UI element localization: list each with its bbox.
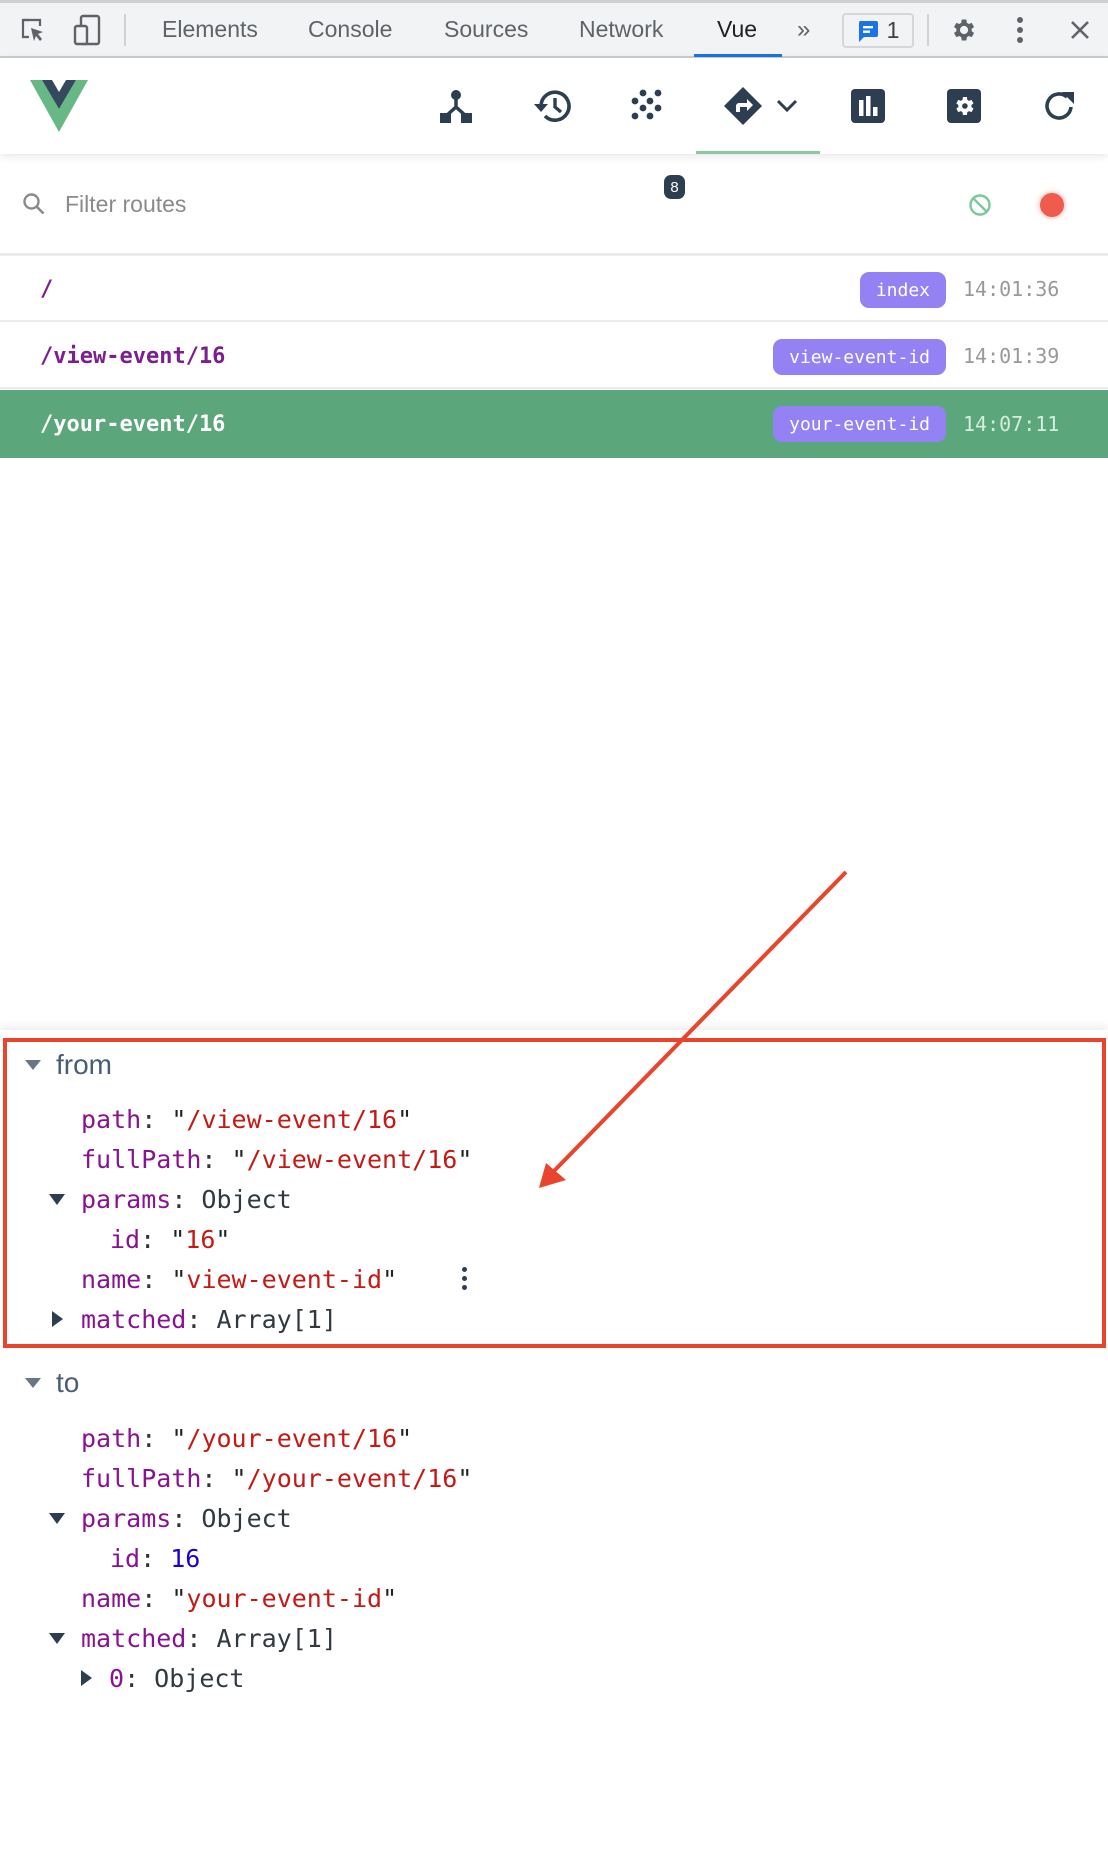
filter-routes-input[interactable] <box>65 184 845 224</box>
collapse-triangle-icon <box>25 1378 41 1388</box>
to-matched-item-prop[interactable]: 0: Object <box>109 1658 244 1698</box>
route-name-badge: view-event-id <box>773 339 946 375</box>
collapse-triangle-icon <box>25 1060 41 1070</box>
from-path-prop: path: "/view-event/16 " <box>81 1104 413 1134</box>
from-name-prop: name: " view-event-id " <box>81 1264 398 1294</box>
tab-elements[interactable]: Elements <box>162 3 258 56</box>
toolbar-separator <box>124 14 126 46</box>
search-icon <box>22 192 46 221</box>
kebab-menu-icon[interactable] <box>1008 3 1032 56</box>
active-tab-indicator <box>694 54 782 57</box>
to-params-prop[interactable]: params: Object <box>81 1498 292 1538</box>
route-timestamp: 14:01:39 <box>963 344 1060 368</box>
to-path-value: /your-event/16 <box>186 1423 398 1453</box>
expand-triangle-icon[interactable] <box>49 1513 65 1524</box>
route-list-item[interactable]: /view-event/16 view-event-id 14:01:39 <box>0 323 1108 389</box>
tab-network[interactable]: Network <box>579 3 663 56</box>
from-fullpath-value: /view-event/16 <box>246 1144 458 1174</box>
route-path: /your-event/16 <box>40 411 226 437</box>
from-section-label: from <box>56 1049 112 1080</box>
record-icon[interactable] <box>1040 193 1064 217</box>
device-toolbar-icon[interactable] <box>72 3 102 56</box>
chevron-down-icon[interactable] <box>774 58 800 154</box>
close-icon[interactable] <box>1066 3 1094 56</box>
route-timestamp: 14:07:11 <box>963 412 1060 436</box>
toolbar-separator <box>927 14 929 46</box>
expand-triangle-icon[interactable] <box>52 1311 63 1327</box>
to-path-prop: path: "/your-event/16 " <box>81 1423 413 1453</box>
route-name-badge: index <box>859 272 946 308</box>
router-sign-icon[interactable] <box>720 58 766 154</box>
expand-triangle-icon[interactable] <box>81 1670 92 1686</box>
component-tree-icon[interactable] <box>434 58 478 154</box>
inspect-element-icon[interactable] <box>18 3 48 56</box>
route-timestamp: 14:01:36 <box>963 277 1060 301</box>
settings-icon[interactable] <box>944 58 984 154</box>
route-path: / <box>40 276 54 302</box>
from-params-id-value: 16 <box>185 1224 216 1254</box>
to-name-value: your-event-id <box>186 1583 383 1613</box>
history-icon[interactable] <box>530 58 574 154</box>
expand-triangle-icon[interactable] <box>49 1633 65 1644</box>
tab-console[interactable]: Console <box>308 3 392 56</box>
bar-chart-icon[interactable] <box>848 58 888 154</box>
vuex-count-badge: 8 <box>664 175 685 199</box>
vuex-dots-icon[interactable] <box>626 58 670 154</box>
from-path-value: /view-event/16 <box>186 1104 398 1134</box>
to-params-id-prop: id: 16 <box>110 1543 201 1573</box>
vue-logo <box>28 58 90 154</box>
route-list-item-selected[interactable]: /your-event/16 your-event-id 14:07:11 <box>0 390 1108 458</box>
active-tool-indicator <box>696 151 820 154</box>
from-name-value: view-event-id <box>186 1264 383 1294</box>
route-path: /view-event/16 <box>40 343 226 369</box>
issues-count: 1 <box>886 17 900 43</box>
more-actions-icon[interactable] <box>462 1267 467 1290</box>
refresh-icon[interactable] <box>1040 58 1080 154</box>
from-matched-prop[interactable]: matched: Array[1] <box>81 1299 337 1339</box>
tab-vue[interactable]: Vue <box>717 3 757 56</box>
issues-button[interactable]: 1 <box>842 13 914 48</box>
route-filter-bar <box>0 154 1108 253</box>
from-params-prop[interactable]: params: Object <box>81 1179 292 1219</box>
to-params-id-value: 16 <box>170 1543 201 1573</box>
more-tabs-button[interactable]: » <box>797 3 810 56</box>
tab-sources[interactable]: Sources <box>444 3 528 56</box>
devtools-tabbar: Elements Console Sources Network Vue » 1 <box>0 0 1108 58</box>
route-name-badge: your-event-id <box>773 406 946 442</box>
to-fullpath-value: /your-event/16 <box>246 1463 458 1493</box>
to-section-label: to <box>56 1367 80 1398</box>
from-fullpath-prop: fullPath: "/view-event/16 " <box>81 1144 473 1174</box>
from-params-id-prop: id: " 16 " <box>110 1224 231 1254</box>
issues-message-icon <box>858 20 878 42</box>
vue-devtools-toolbar: 8 <box>0 58 1108 199</box>
expand-triangle-icon[interactable] <box>49 1194 65 1205</box>
to-matched-prop[interactable]: matched: Array[1] <box>81 1618 337 1658</box>
to-name-prop: name: " your-event-id " <box>81 1583 398 1613</box>
clear-history-icon[interactable] <box>968 193 992 222</box>
gear-icon[interactable] <box>948 3 978 56</box>
to-fullpath-prop: fullPath: "/your-event/16 " <box>81 1463 473 1493</box>
route-list-item[interactable]: / index 14:01:36 <box>0 256 1108 322</box>
